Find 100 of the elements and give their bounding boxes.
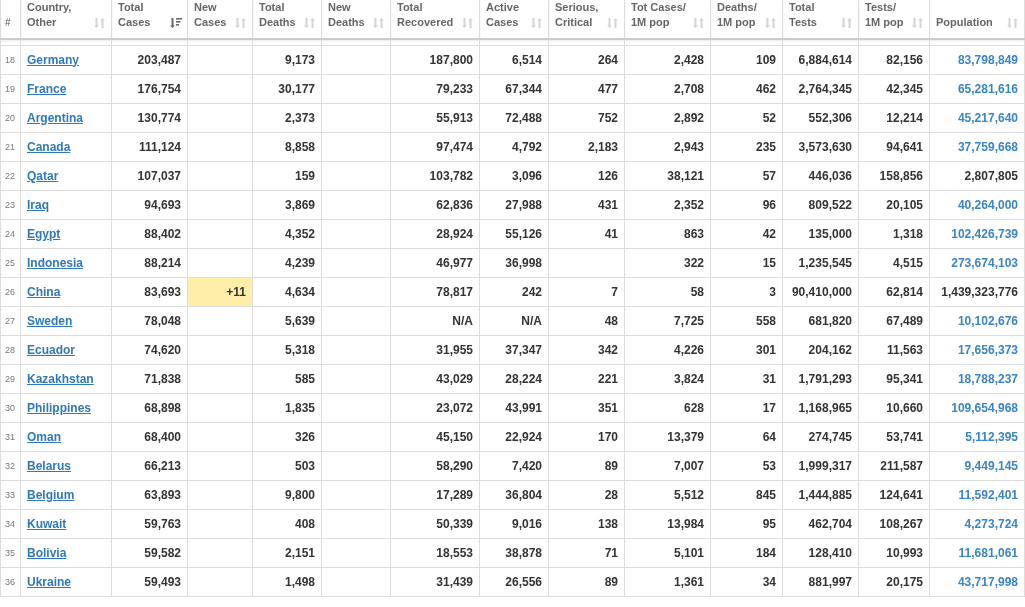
country-link[interactable]: Qatar xyxy=(27,168,59,183)
table-cell: 159 xyxy=(294,168,315,183)
table-cell: 46,977 xyxy=(436,255,473,270)
table-cell: 37,347 xyxy=(505,342,542,357)
row-number: 25 xyxy=(5,257,15,268)
table-cell: 170 xyxy=(597,429,618,444)
country-link[interactable]: Oman xyxy=(27,429,61,444)
sort-icon[interactable] xyxy=(912,17,924,29)
table-cell: 3,824 xyxy=(673,371,704,386)
table-cell: 95 xyxy=(762,516,776,531)
table-cell: 111,124 xyxy=(138,139,181,154)
country-link[interactable]: Egypt xyxy=(27,226,61,241)
table-cell: 204,162 xyxy=(808,342,852,357)
column-header[interactable]: Total Tests xyxy=(782,0,859,39)
row-number: 30 xyxy=(5,402,15,413)
table-cell: 62,814 xyxy=(886,284,923,299)
table-cell: 78,048 xyxy=(144,313,181,328)
table-cell: 34 xyxy=(762,574,776,589)
country-link[interactable]: China xyxy=(27,284,61,299)
sort-icon[interactable] xyxy=(373,17,385,29)
column-header[interactable]: Population xyxy=(929,0,1025,39)
table-cell: 74,620 xyxy=(144,342,181,357)
table-cell: 2,352 xyxy=(673,197,704,212)
row-number: 23 xyxy=(5,199,15,210)
table-cell: 58 xyxy=(690,284,704,299)
table-cell: 1,999,317 xyxy=(798,458,852,473)
table-cell: 7 xyxy=(611,284,618,299)
column-header[interactable]: Tot Cases/ 1M pop xyxy=(624,0,711,39)
table-cell: 3,573,630 xyxy=(798,139,852,154)
table-cell: 28,224 xyxy=(505,371,542,386)
table-cell: 107,037 xyxy=(137,168,181,183)
sort-icon[interactable] xyxy=(841,17,853,29)
column-header: # xyxy=(0,0,21,39)
column-header[interactable]: Total Deaths xyxy=(252,0,322,39)
table-cell: 503 xyxy=(294,458,315,473)
table-cell: N/A xyxy=(452,313,473,328)
table-cell: 7,007 xyxy=(673,458,704,473)
table-cell: 89 xyxy=(604,574,618,589)
row-number: 21 xyxy=(5,141,15,152)
table-cell: 109 xyxy=(755,52,776,67)
table-cell: 4,634 xyxy=(284,284,315,299)
table-cell: 72,488 xyxy=(505,110,542,125)
table-cell: 41 xyxy=(604,226,618,241)
table-cell: 95,341 xyxy=(886,371,923,386)
sort-icon[interactable] xyxy=(235,17,247,29)
table-cell: 15 xyxy=(762,255,776,270)
sort-icon[interactable] xyxy=(462,17,474,29)
table-cell: 552,306 xyxy=(808,110,852,125)
table-cell: 82,156 xyxy=(886,52,923,67)
table-cell: 68,898 xyxy=(144,400,181,415)
table-cell: 4,515 xyxy=(892,255,923,270)
table-cell: 3,869 xyxy=(284,197,315,212)
table-cell: 2,764,345 xyxy=(798,81,852,96)
column-header[interactable]: New Cases xyxy=(187,0,253,39)
table-cell: 58,290 xyxy=(436,458,473,473)
table-cell: 66,213 xyxy=(144,458,181,473)
table-cell: 59,763 xyxy=(144,516,181,531)
column-header[interactable]: Active Cases xyxy=(479,0,549,39)
row-number: 36 xyxy=(5,576,15,587)
table-cell: 67,344 xyxy=(505,81,542,96)
table-cell: 5,318 xyxy=(284,342,315,357)
table-cell: 78,817 xyxy=(436,284,473,299)
table-cell: 3,096 xyxy=(511,168,542,183)
sort-icon[interactable] xyxy=(693,17,705,29)
table-cell: 38,121 xyxy=(667,168,704,183)
sort-descending-icon[interactable] xyxy=(170,17,182,29)
sort-icon[interactable] xyxy=(1007,17,1019,29)
table-cell: 28,924 xyxy=(436,226,473,241)
table-cell: 31 xyxy=(762,371,776,386)
table-cell: 43,991 xyxy=(505,400,542,415)
column-header[interactable]: Serious, Critical xyxy=(548,0,625,39)
table-cell: 809,522 xyxy=(808,197,852,212)
table-cell: 7,725 xyxy=(673,313,704,328)
sort-icon[interactable] xyxy=(304,17,316,29)
row-number: 19 xyxy=(5,83,15,94)
table-cell: 96 xyxy=(762,197,776,212)
table-cell: 71 xyxy=(604,545,618,560)
table-cell: 130,774 xyxy=(137,110,181,125)
column-header[interactable]: Tests/ 1M pop xyxy=(858,0,930,39)
sort-icon[interactable] xyxy=(531,17,543,29)
country-link[interactable]: Iraq xyxy=(27,197,49,212)
sort-icon[interactable] xyxy=(607,17,619,29)
sort-icon[interactable] xyxy=(765,17,777,29)
table-cell: 11,563 xyxy=(886,342,923,357)
table-cell: 50,339 xyxy=(436,516,473,531)
table-cell: 68,400 xyxy=(144,429,181,444)
table-cell: 5,101 xyxy=(673,545,704,560)
column-header[interactable]: New Deaths xyxy=(321,0,391,39)
column-header[interactable]: Deaths/ 1M pop xyxy=(710,0,783,39)
table-cell: 63,893 xyxy=(144,487,181,502)
sort-icon[interactable] xyxy=(94,17,106,29)
table-cell: 585 xyxy=(294,371,315,386)
table-cell: 13,984 xyxy=(667,516,704,531)
table-cell: 57 xyxy=(762,168,776,183)
table-cell: 26,556 xyxy=(505,574,542,589)
column-header[interactable]: Country, Other xyxy=(20,0,112,39)
column-header[interactable]: Total Recovered xyxy=(390,0,480,39)
column-header[interactable]: Total Cases xyxy=(111,0,188,39)
table-cell: 4,226 xyxy=(673,342,704,357)
table-cell: 103,782 xyxy=(429,168,473,183)
